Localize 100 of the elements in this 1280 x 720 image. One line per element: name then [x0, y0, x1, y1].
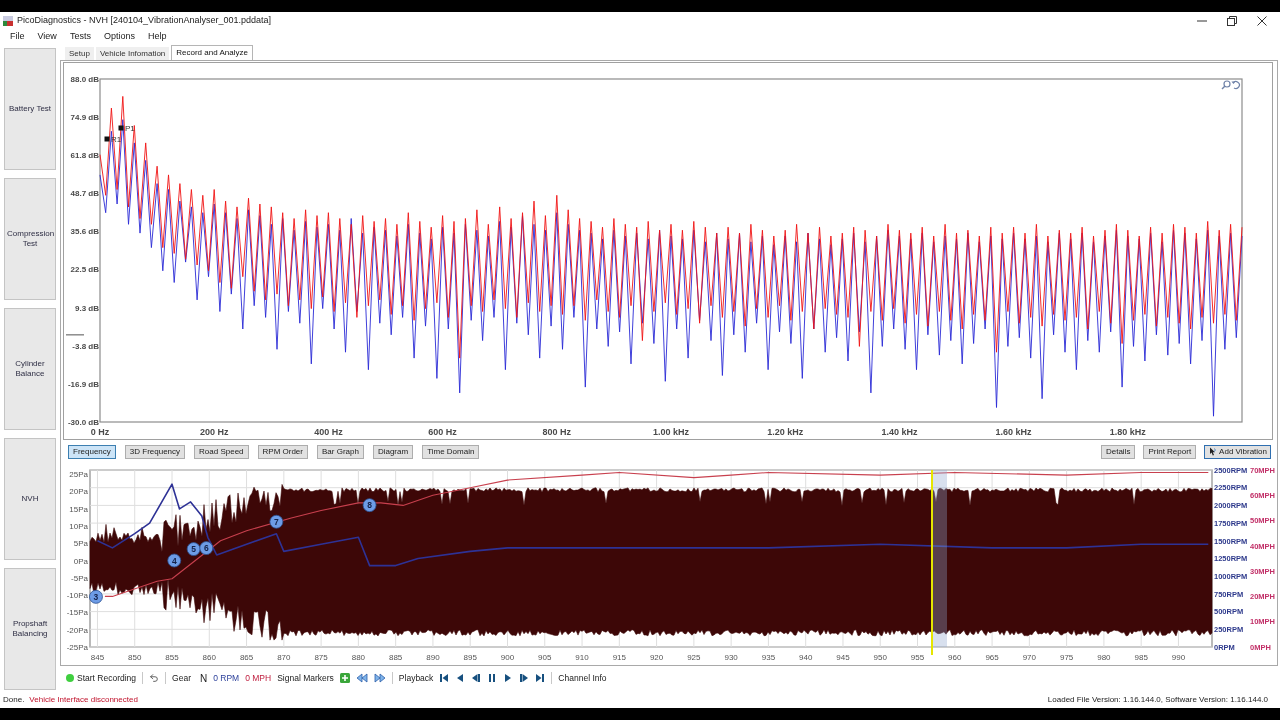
y-axis-label: 35.6 dB [70, 227, 99, 237]
print-report-button[interactable]: Print Report [1143, 444, 1197, 459]
zoom-icon[interactable] [1221, 80, 1231, 90]
x-axis-label: 845 [90, 653, 105, 662]
status-text: Done. [3, 694, 25, 706]
view-button[interactable]: Bar Graph [317, 444, 364, 459]
x-axis-label: 975 [1059, 653, 1074, 662]
signal-marker[interactable]: 7 [269, 514, 284, 529]
signal-marker[interactable]: 4 [167, 553, 182, 568]
menu-item[interactable]: Tests [69, 30, 91, 44]
undo-icon[interactable] [149, 673, 160, 683]
y-axis-label: -30.0 dB [67, 418, 99, 427]
add-vibration-button[interactable]: Add Vibration [1204, 444, 1271, 459]
x-axis-label: 985 [1134, 653, 1148, 662]
x-axis-label: 960 [948, 653, 962, 662]
x-axis-label: 950 [873, 653, 887, 662]
menu-item[interactable]: Options [103, 30, 135, 44]
menu-item[interactable]: View [37, 30, 57, 44]
view-button[interactable]: Frequency [68, 444, 116, 459]
x-axis-label: 850 [128, 653, 142, 662]
window-title: PicoDiagnostics - NVH [240104_VibrationAnalyser_001.pddata] [17, 14, 271, 28]
pressure-axis-label: -25Pa [66, 643, 88, 652]
test-button[interactable]: Propshaft Balancing [4, 568, 56, 690]
step-forward-icon[interactable] [519, 673, 530, 683]
signal-marker[interactable]: 5 [186, 542, 201, 556]
version-info: Loaded File Version: 1.16.144.0, Software Version: 1.16.144.0 [1047, 694, 1268, 706]
x-axis-label: 200 Hz [199, 427, 229, 437]
close-icon[interactable] [1257, 16, 1267, 26]
x-axis-label: 905 [538, 653, 552, 662]
signal-marker[interactable]: 6 [199, 541, 214, 555]
details-button[interactable]: Details [1100, 444, 1136, 459]
x-axis-label: 860 [202, 653, 216, 662]
x-axis-label: 885 [389, 653, 403, 662]
pressure-axis-label: 10Pa [69, 521, 88, 531]
test-button[interactable]: NVH [4, 438, 56, 560]
start-recording-button[interactable]: Start Recording [66, 671, 137, 685]
x-axis-label: 965 [985, 653, 999, 662]
view-button[interactable]: 3D Frequency [124, 444, 186, 459]
skip-to-end-icon[interactable] [535, 673, 546, 683]
x-axis-label: 1.20 kHz [767, 427, 804, 437]
playback-cursor[interactable] [931, 469, 947, 656]
x-axis-label: 940 [799, 653, 813, 662]
menu-item[interactable]: File [10, 30, 25, 44]
pause-icon[interactable] [487, 673, 498, 683]
signal-marker[interactable]: 8 [362, 498, 377, 513]
test-button[interactable]: Cylinder Balance [4, 308, 56, 430]
pressure-axis-label: 5Pa [73, 539, 88, 549]
x-axis-label: 600 Hz [428, 427, 457, 437]
x-axis-label: 800 Hz [542, 427, 572, 437]
restore-icon[interactable] [1227, 16, 1237, 26]
signal-marker[interactable]: 3 [89, 589, 103, 604]
view-button[interactable]: Time Domain [422, 444, 480, 459]
x-axis-label: 1.40 kHz [881, 427, 918, 437]
y-axis-label: 22.5 dB [70, 265, 99, 275]
pressure-axis-label: 20Pa [69, 487, 88, 497]
pressure-axis-label: 25Pa [69, 470, 88, 479]
x-axis-label: 890 [426, 653, 440, 662]
tab[interactable]: Vehicle Infomation [95, 47, 170, 60]
tab[interactable]: Record and Analyze [171, 45, 253, 60]
y-axis-label: 9.3 dB [75, 303, 99, 313]
x-axis-label: 915 [612, 653, 626, 662]
x-axis-label: 0 Hz [90, 427, 110, 437]
pressure-axis-label: 0Pa [73, 556, 88, 566]
add-marker-icon[interactable] [339, 673, 350, 683]
undo-zoom-icon[interactable] [1231, 80, 1240, 90]
y-axis-label: 88.0 dB [70, 75, 99, 84]
play-reverse-icon[interactable] [455, 673, 466, 683]
x-axis-label: 895 [463, 653, 477, 662]
channel-info-button[interactable]: Channel Info [558, 671, 607, 685]
pressure-axis-label: -15Pa [66, 608, 88, 618]
x-axis-label: 980 [1097, 653, 1111, 662]
double-left-arrow-icon[interactable] [355, 673, 368, 683]
x-axis-label: 990 [1171, 653, 1186, 662]
x-axis-label: 920 [649, 653, 664, 662]
tab[interactable]: Setup [65, 47, 94, 60]
test-button[interactable]: Battery Test [4, 48, 56, 170]
x-axis-label: 855 [165, 653, 179, 662]
x-axis-label: 1.00 kHz [653, 427, 689, 437]
skip-to-start-icon[interactable] [439, 673, 450, 683]
x-axis-label: 935 [761, 653, 776, 662]
menu-item[interactable]: Help [147, 30, 167, 44]
double-right-arrow-icon[interactable] [373, 673, 386, 683]
x-axis-label: 945 [836, 653, 850, 662]
pressure-axis-label: 15Pa [69, 504, 88, 514]
view-button[interactable]: Diagram [372, 444, 414, 459]
app-logo-icon [3, 16, 13, 26]
test-button[interactable]: Compression Test [4, 178, 56, 300]
gear-value: N [199, 671, 208, 686]
x-axis-label: 925 [687, 653, 701, 662]
view-button[interactable]: RPM Order [257, 444, 308, 459]
x-axis-label: 880 [351, 653, 366, 662]
speed-reading: 0 MPH [245, 671, 272, 685]
x-axis-label: 955 [910, 653, 925, 662]
x-axis-label: 875 [314, 653, 328, 662]
view-button[interactable]: Road Speed [194, 444, 249, 459]
step-back-icon[interactable] [471, 673, 482, 683]
y-axis-label: -3.8 dB [72, 341, 99, 351]
connection-status: Vehicle Interface disconnected [29, 694, 138, 706]
x-axis-label: 930 [724, 653, 738, 662]
y-axis-label: 74.9 dB [70, 113, 99, 123]
